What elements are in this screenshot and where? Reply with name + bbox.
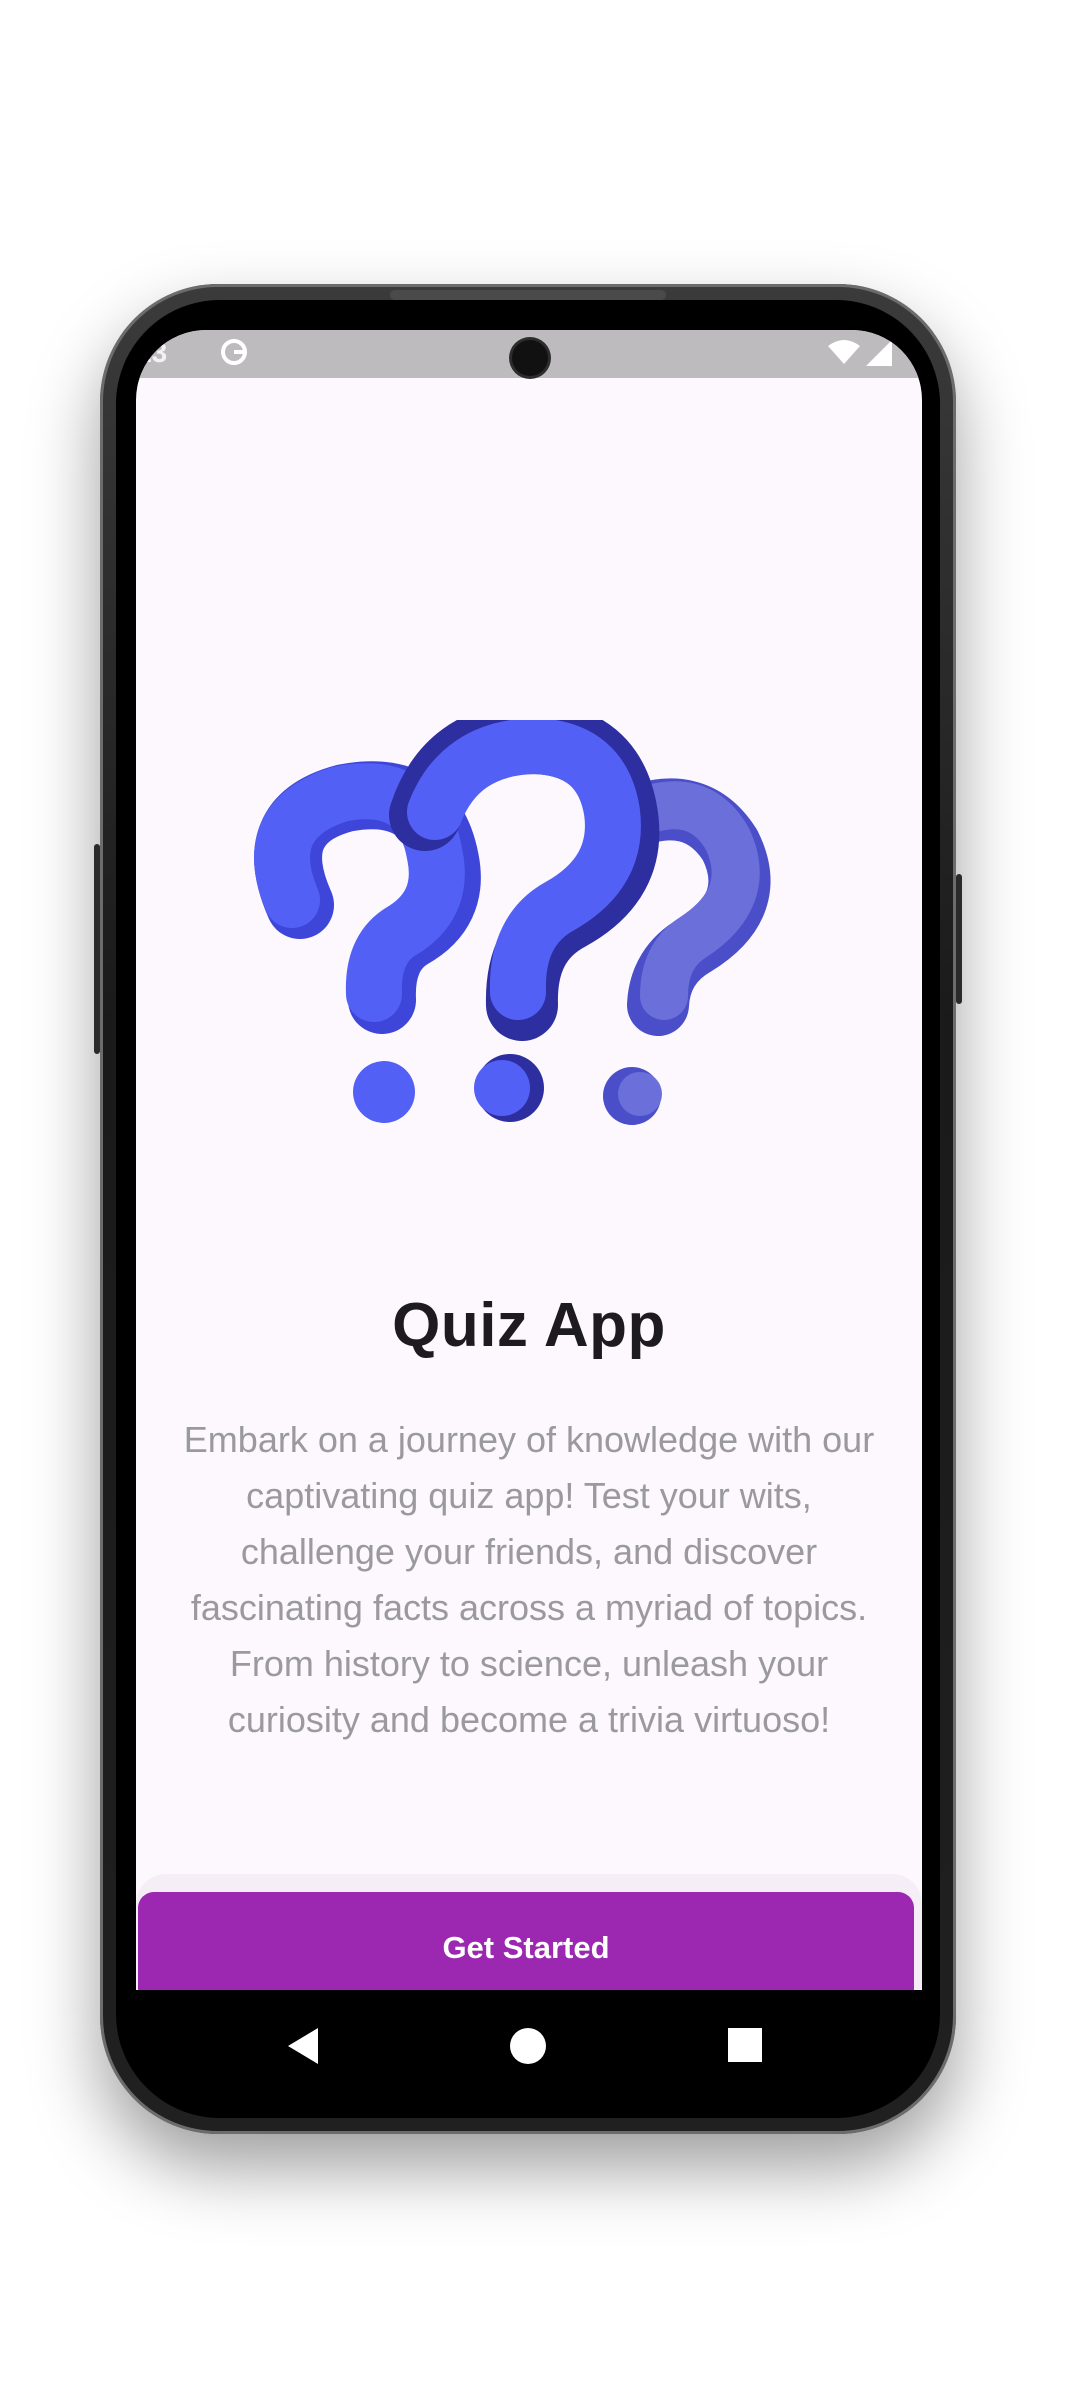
signal-icon [866,340,892,366]
phone-frame: 13 Quiz App Embark on a journey of knowl… [94,284,962,2134]
wifi-icon [828,340,860,364]
question-marks-illustration [254,720,771,1125]
status-bar: 13 [136,330,922,378]
speaker-grille [390,290,666,300]
power-button [956,874,962,1004]
google-icon [221,339,247,365]
recents-icon[interactable] [728,2028,762,2062]
get-started-button[interactable]: Get Started [138,1892,914,1990]
page: 13 Quiz App Embark on a journey of knowl… [0,0,1080,2400]
home-icon[interactable] [510,2028,546,2064]
app-screen: 13 Quiz App Embark on a journey of knowl… [136,330,922,1990]
navigation-bar [136,1990,922,2110]
page-title: Quiz App [392,1291,666,1360]
back-icon[interactable] [288,2028,318,2064]
status-time: 13 [136,337,168,368]
volume-button [94,844,100,1054]
front-camera [512,340,548,376]
wifi-signal-icons [828,340,892,366]
app-description: Embark on a journey of knowledge with ou… [183,1419,875,1740]
